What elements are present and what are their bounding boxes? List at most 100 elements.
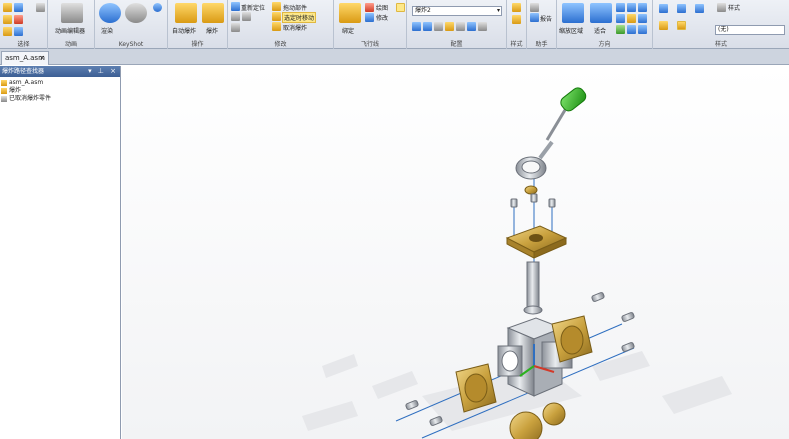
pane-tree: asm_A.asm 爆炸 已取消爆炸零件 xyxy=(0,77,120,103)
unexplode-icon[interactable] xyxy=(272,22,281,31)
unexploded-parts-icon xyxy=(1,96,7,102)
view-right-icon[interactable] xyxy=(638,3,647,12)
auto-explode-button[interactable]: 自动爆炸 xyxy=(172,26,196,35)
config-select[interactable]: 爆炸2 ▾ xyxy=(412,6,502,16)
move-with-icon[interactable] xyxy=(272,12,281,21)
config-save-icon[interactable] xyxy=(412,22,421,31)
edit-button[interactable]: 修改 xyxy=(376,13,388,22)
group-operation: 自动爆炸 爆炸 操作 xyxy=(168,0,228,49)
view-top-icon[interactable] xyxy=(616,3,625,12)
document-tab[interactable]: asm_A.asm × xyxy=(1,51,49,65)
style-settings-icon[interactable] xyxy=(717,3,726,12)
select-option-icon[interactable] xyxy=(36,3,45,12)
drag-component-icon[interactable] xyxy=(272,2,281,11)
green-handle-part[interactable] xyxy=(545,85,588,141)
draw-button[interactable]: 绘图 xyxy=(376,3,388,12)
unexplode-button[interactable]: 取消爆炸 xyxy=(283,23,307,32)
tree-item-label: asm_A.asm xyxy=(9,79,44,86)
exploded-assembly-model[interactable] xyxy=(122,66,789,439)
right-bolts[interactable] xyxy=(591,292,635,352)
animation-editor-button[interactable]: 动画编辑器 xyxy=(55,26,85,35)
group-pattern: 样式 xyxy=(507,0,527,49)
group-assistant: 报告 助手 xyxy=(527,0,557,49)
fit-icon[interactable] xyxy=(590,3,612,23)
reposition-icon[interactable] xyxy=(231,2,240,11)
config-new-icon[interactable] xyxy=(423,22,432,31)
style-cube-a-icon[interactable] xyxy=(659,4,668,13)
top-screws[interactable] xyxy=(510,193,556,208)
tree-item-explode[interactable]: 爆炸 xyxy=(0,87,120,95)
config-delete-icon[interactable] xyxy=(434,22,443,31)
move-with-components-button[interactable]: 选定时移动 xyxy=(282,12,317,23)
graphics-viewport[interactable] xyxy=(122,66,789,439)
chevron-down-icon[interactable]: ▾ xyxy=(497,7,500,15)
view-rotate-icon[interactable] xyxy=(616,25,625,34)
tree-item-assembly[interactable]: asm_A.asm xyxy=(0,79,120,87)
explode-button[interactable]: 爆炸 xyxy=(206,26,218,35)
view-left-icon[interactable] xyxy=(616,14,625,23)
reposition-button[interactable]: 重新定位 xyxy=(241,3,265,12)
explode-pathfinder-pane: 爆炸路径查找器 ▾ ⊥ × asm_A.asm 爆炸 已取消爆炸零件 xyxy=(0,66,121,439)
valve-stem-part[interactable] xyxy=(523,261,543,315)
group-title-direction: 方向 xyxy=(598,41,611,48)
group-flyline: 绑定 绘图 修改 飞行线 xyxy=(334,0,407,49)
pattern-a-icon[interactable] xyxy=(512,3,521,12)
explode-node-icon xyxy=(1,88,7,94)
fit-button[interactable]: 适合 xyxy=(594,26,606,35)
keyshot-render-button[interactable]: 渲染 xyxy=(101,26,113,35)
bind-button[interactable]: 绑定 xyxy=(342,26,354,35)
draw-icon[interactable] xyxy=(365,3,374,12)
view-pan-icon[interactable] xyxy=(627,25,636,34)
view-zoom-icon[interactable] xyxy=(638,25,647,34)
pane-window-buttons[interactable]: ▾ ⊥ × xyxy=(88,66,118,77)
edit-icon[interactable] xyxy=(365,13,374,22)
bind-icon[interactable] xyxy=(339,3,361,23)
report-button[interactable]: 报告 xyxy=(540,14,552,23)
pane-title: 爆炸路径查找器 xyxy=(2,68,45,75)
view-back-icon[interactable] xyxy=(638,14,647,23)
select-tool-icon[interactable] xyxy=(3,3,12,12)
group-title-assistant: 助手 xyxy=(535,41,548,48)
modify-tool-b-icon[interactable] xyxy=(242,12,251,21)
drag-component-button[interactable]: 拖动部件 xyxy=(283,3,307,12)
group-modify: 重新定位 拖动部件 选定时移动 取消爆炸 修改 xyxy=(228,0,334,49)
zoom-area-button[interactable]: 缩放区域 xyxy=(559,26,583,35)
keyshot-settings-icon[interactable] xyxy=(125,3,147,23)
group-title-modify: 修改 xyxy=(274,41,287,48)
group-title-config: 配置 xyxy=(450,41,463,48)
config-open-icon[interactable] xyxy=(445,22,454,31)
report-icon[interactable] xyxy=(530,13,539,22)
keyshot-update-icon[interactable] xyxy=(153,3,162,12)
modify-tool-a-icon[interactable] xyxy=(231,12,240,21)
view-iso-icon[interactable] xyxy=(627,14,636,23)
close-icon[interactable]: × xyxy=(39,52,45,64)
select-all-icon[interactable] xyxy=(3,15,12,24)
select-clear-icon[interactable] xyxy=(14,15,23,24)
style-select[interactable]: (无) xyxy=(715,25,785,35)
gland-flange-part[interactable] xyxy=(505,225,568,259)
style-shaded-icon[interactable] xyxy=(659,21,668,30)
group-direction: 缩放区域 适合 方向 xyxy=(557,0,653,49)
animation-editor-icon[interactable] xyxy=(61,3,83,23)
zoom-area-icon[interactable] xyxy=(562,3,584,23)
tree-item-unexploded-parts[interactable]: 已取消爆炸零件 xyxy=(0,95,120,103)
select-filter-icon[interactable] xyxy=(14,3,23,12)
auto-explode-icon[interactable] xyxy=(175,3,197,23)
flyline-option-icon[interactable] xyxy=(396,3,405,12)
config-more-icon[interactable] xyxy=(478,22,487,31)
group-title-operation: 操作 xyxy=(191,41,204,48)
assistant-a-icon[interactable] xyxy=(530,3,539,12)
view-front-icon[interactable] xyxy=(627,3,636,12)
config-view-icon[interactable] xyxy=(467,22,476,31)
pattern-b-icon[interactable] xyxy=(512,15,521,24)
handwheel-ring-part[interactable] xyxy=(515,140,554,195)
keyshot-icon[interactable] xyxy=(99,3,121,23)
config-copy-icon[interactable] xyxy=(456,22,465,31)
style-cube-c-icon[interactable] xyxy=(695,4,704,13)
modify-tool-c-icon[interactable] xyxy=(231,23,240,32)
explode-icon[interactable] xyxy=(202,3,224,23)
select-box-icon[interactable] xyxy=(3,27,12,36)
select-inverse-icon[interactable] xyxy=(14,27,23,36)
style-cube-b-icon[interactable] xyxy=(677,4,686,13)
style-shaded-edges-icon[interactable] xyxy=(677,21,686,30)
